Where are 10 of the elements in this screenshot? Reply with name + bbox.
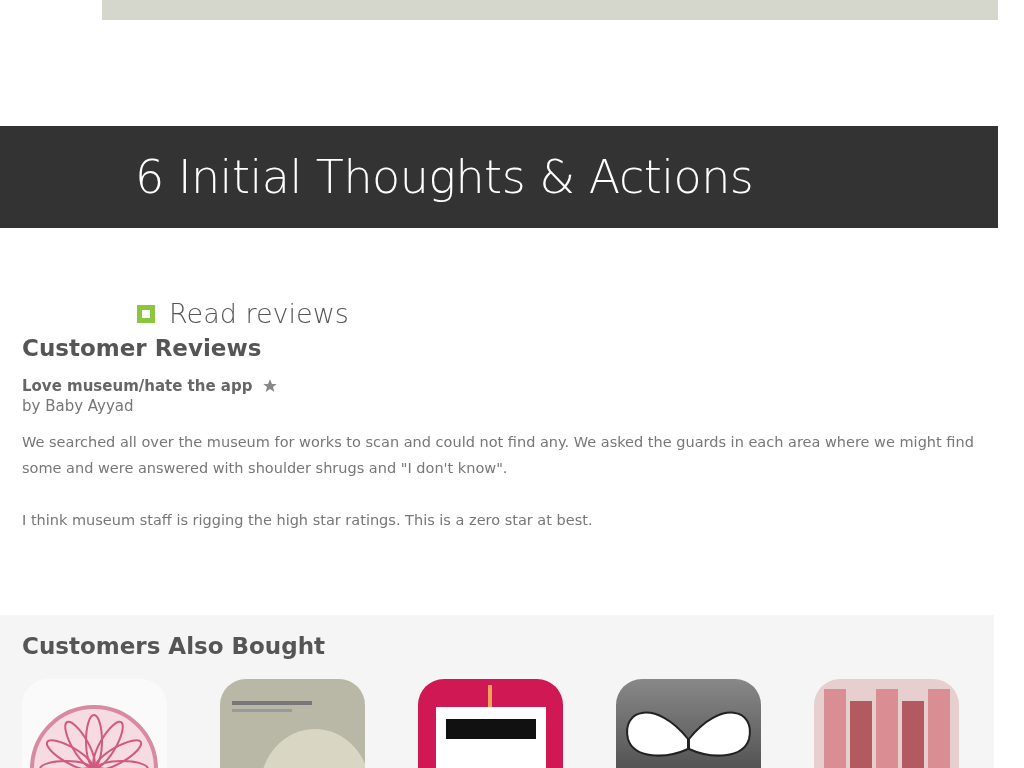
bullet-text: Read reviews (169, 298, 349, 329)
review-text: We searched all over the museum for works to scan and could not find any. We asked the guards in each area where we might find some and were answered with shoulder shrugs and "I don't know". (22, 433, 975, 478)
bullet-icon (137, 304, 155, 323)
star-icon (262, 378, 279, 394)
section-heading: Customer Reviews (22, 335, 263, 361)
slide-title: 6 Initial Thoughts & Actions (135, 150, 754, 204)
review-text: I think museum staff is rigging the high star ratings. This is a zero star at best. (22, 511, 594, 530)
review-author: by Baby Ayyad (22, 397, 135, 415)
review-title: Love museum/hate the app (22, 377, 253, 395)
section-heading: Customers Also Bought (22, 633, 327, 659)
